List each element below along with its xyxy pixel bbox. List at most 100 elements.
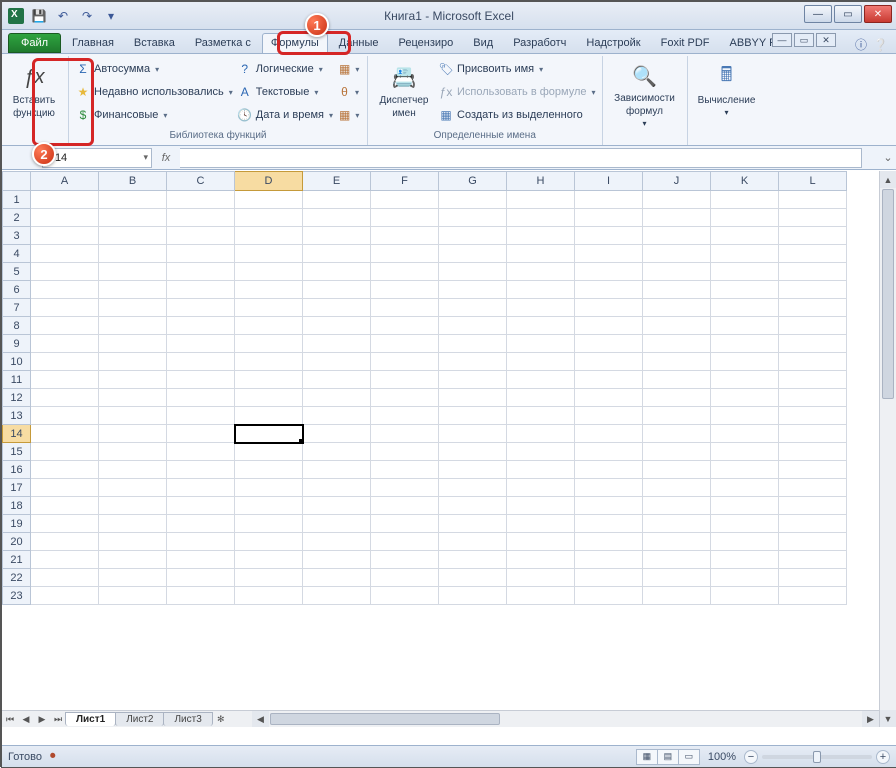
cell-D21[interactable] bbox=[235, 551, 303, 569]
cell-A23[interactable] bbox=[31, 587, 99, 605]
cell-C9[interactable] bbox=[167, 335, 235, 353]
cell-J7[interactable] bbox=[643, 299, 711, 317]
cell-B12[interactable] bbox=[99, 389, 167, 407]
row-header-20[interactable]: 20 bbox=[3, 533, 31, 551]
expand-formula-bar-button[interactable]: ⌄ bbox=[880, 151, 896, 164]
col-header-D[interactable]: D bbox=[235, 172, 303, 191]
cell-E14[interactable] bbox=[303, 425, 371, 443]
cell-A18[interactable] bbox=[31, 497, 99, 515]
sheet-nav-next[interactable]: ▶ bbox=[34, 714, 50, 725]
cell-B1[interactable] bbox=[99, 191, 167, 209]
col-header-L[interactable]: L bbox=[779, 172, 847, 191]
cell-D15[interactable] bbox=[235, 443, 303, 461]
cell-G6[interactable] bbox=[439, 281, 507, 299]
cell-J14[interactable] bbox=[643, 425, 711, 443]
cell-F23[interactable] bbox=[371, 587, 439, 605]
cell-G12[interactable] bbox=[439, 389, 507, 407]
cell-G19[interactable] bbox=[439, 515, 507, 533]
cell-C4[interactable] bbox=[167, 245, 235, 263]
cell-K11[interactable] bbox=[711, 371, 779, 389]
cell-D14[interactable] bbox=[235, 425, 303, 443]
cell-K20[interactable] bbox=[711, 533, 779, 551]
cell-E13[interactable] bbox=[303, 407, 371, 425]
cell-K3[interactable] bbox=[711, 227, 779, 245]
date-time-button[interactable]: 🕓Дата и время▾ bbox=[237, 104, 333, 126]
cell-H5[interactable] bbox=[507, 263, 575, 281]
help-button[interactable]: ❔ bbox=[873, 38, 888, 52]
cell-L8[interactable] bbox=[779, 317, 847, 335]
row-header-5[interactable]: 5 bbox=[3, 263, 31, 281]
cell-E11[interactable] bbox=[303, 371, 371, 389]
cell-K8[interactable] bbox=[711, 317, 779, 335]
insert-function-button[interactable]: ƒx Вставить функцию bbox=[6, 58, 62, 128]
cell-F11[interactable] bbox=[371, 371, 439, 389]
row-header-2[interactable]: 2 bbox=[3, 209, 31, 227]
cell-D1[interactable] bbox=[235, 191, 303, 209]
cell-J21[interactable] bbox=[643, 551, 711, 569]
cell-J22[interactable] bbox=[643, 569, 711, 587]
cell-K16[interactable] bbox=[711, 461, 779, 479]
cell-C11[interactable] bbox=[167, 371, 235, 389]
cell-G21[interactable] bbox=[439, 551, 507, 569]
qat-customize-button[interactable]: ▾ bbox=[102, 7, 120, 25]
fx-label[interactable]: fx bbox=[152, 152, 180, 164]
cell-A20[interactable] bbox=[31, 533, 99, 551]
cell-B23[interactable] bbox=[99, 587, 167, 605]
row-header-15[interactable]: 15 bbox=[3, 443, 31, 461]
cell-E8[interactable] bbox=[303, 317, 371, 335]
vscroll-thumb[interactable] bbox=[882, 189, 894, 399]
sheet-nav-first[interactable]: ⏮ bbox=[2, 714, 18, 725]
cell-C7[interactable] bbox=[167, 299, 235, 317]
row-header-16[interactable]: 16 bbox=[3, 461, 31, 479]
cell-L15[interactable] bbox=[779, 443, 847, 461]
zoom-thumb[interactable] bbox=[813, 751, 821, 763]
cell-L23[interactable] bbox=[779, 587, 847, 605]
cell-J8[interactable] bbox=[643, 317, 711, 335]
cell-G5[interactable] bbox=[439, 263, 507, 281]
row-header-8[interactable]: 8 bbox=[3, 317, 31, 335]
cell-H15[interactable] bbox=[507, 443, 575, 461]
cell-C15[interactable] bbox=[167, 443, 235, 461]
col-header-C[interactable]: C bbox=[167, 172, 235, 191]
cell-D6[interactable] bbox=[235, 281, 303, 299]
cell-E18[interactable] bbox=[303, 497, 371, 515]
cell-K4[interactable] bbox=[711, 245, 779, 263]
cell-D18[interactable] bbox=[235, 497, 303, 515]
cell-F22[interactable] bbox=[371, 569, 439, 587]
cell-H11[interactable] bbox=[507, 371, 575, 389]
cell-L12[interactable] bbox=[779, 389, 847, 407]
cell-D23[interactable] bbox=[235, 587, 303, 605]
col-header-I[interactable]: I bbox=[575, 172, 643, 191]
macro-record-icon[interactable]: ⏺ bbox=[50, 750, 56, 763]
cell-grid[interactable]: ABCDEFGHIJKL1234567891011121314151617181… bbox=[2, 171, 847, 605]
cell-H10[interactable] bbox=[507, 353, 575, 371]
cell-L22[interactable] bbox=[779, 569, 847, 587]
cell-J18[interactable] bbox=[643, 497, 711, 515]
wb-restore-button[interactable]: ▭ bbox=[794, 33, 814, 47]
cell-D5[interactable] bbox=[235, 263, 303, 281]
cell-J23[interactable] bbox=[643, 587, 711, 605]
cell-K7[interactable] bbox=[711, 299, 779, 317]
qat-undo-button[interactable]: ↶ bbox=[54, 7, 72, 25]
cell-C13[interactable] bbox=[167, 407, 235, 425]
cell-D13[interactable] bbox=[235, 407, 303, 425]
cell-I14[interactable] bbox=[575, 425, 643, 443]
cell-G9[interactable] bbox=[439, 335, 507, 353]
cell-K10[interactable] bbox=[711, 353, 779, 371]
formula-auditing-button[interactable]: 🔍 Зависимости формул ▾ bbox=[609, 58, 681, 128]
tab-home[interactable]: Главная bbox=[63, 33, 123, 53]
horizontal-scrollbar[interactable]: ◀ ▶ bbox=[252, 710, 879, 727]
cell-K12[interactable] bbox=[711, 389, 779, 407]
minimize-ribbon-button[interactable]: ⓘ bbox=[855, 36, 867, 53]
cell-A14[interactable] bbox=[31, 425, 99, 443]
cell-A4[interactable] bbox=[31, 245, 99, 263]
cell-H14[interactable] bbox=[507, 425, 575, 443]
cell-F17[interactable] bbox=[371, 479, 439, 497]
col-header-F[interactable]: F bbox=[371, 172, 439, 191]
cell-J4[interactable] bbox=[643, 245, 711, 263]
cell-H21[interactable] bbox=[507, 551, 575, 569]
zoom-in-button[interactable]: + bbox=[876, 750, 890, 764]
cell-E20[interactable] bbox=[303, 533, 371, 551]
cell-F5[interactable] bbox=[371, 263, 439, 281]
cell-K17[interactable] bbox=[711, 479, 779, 497]
